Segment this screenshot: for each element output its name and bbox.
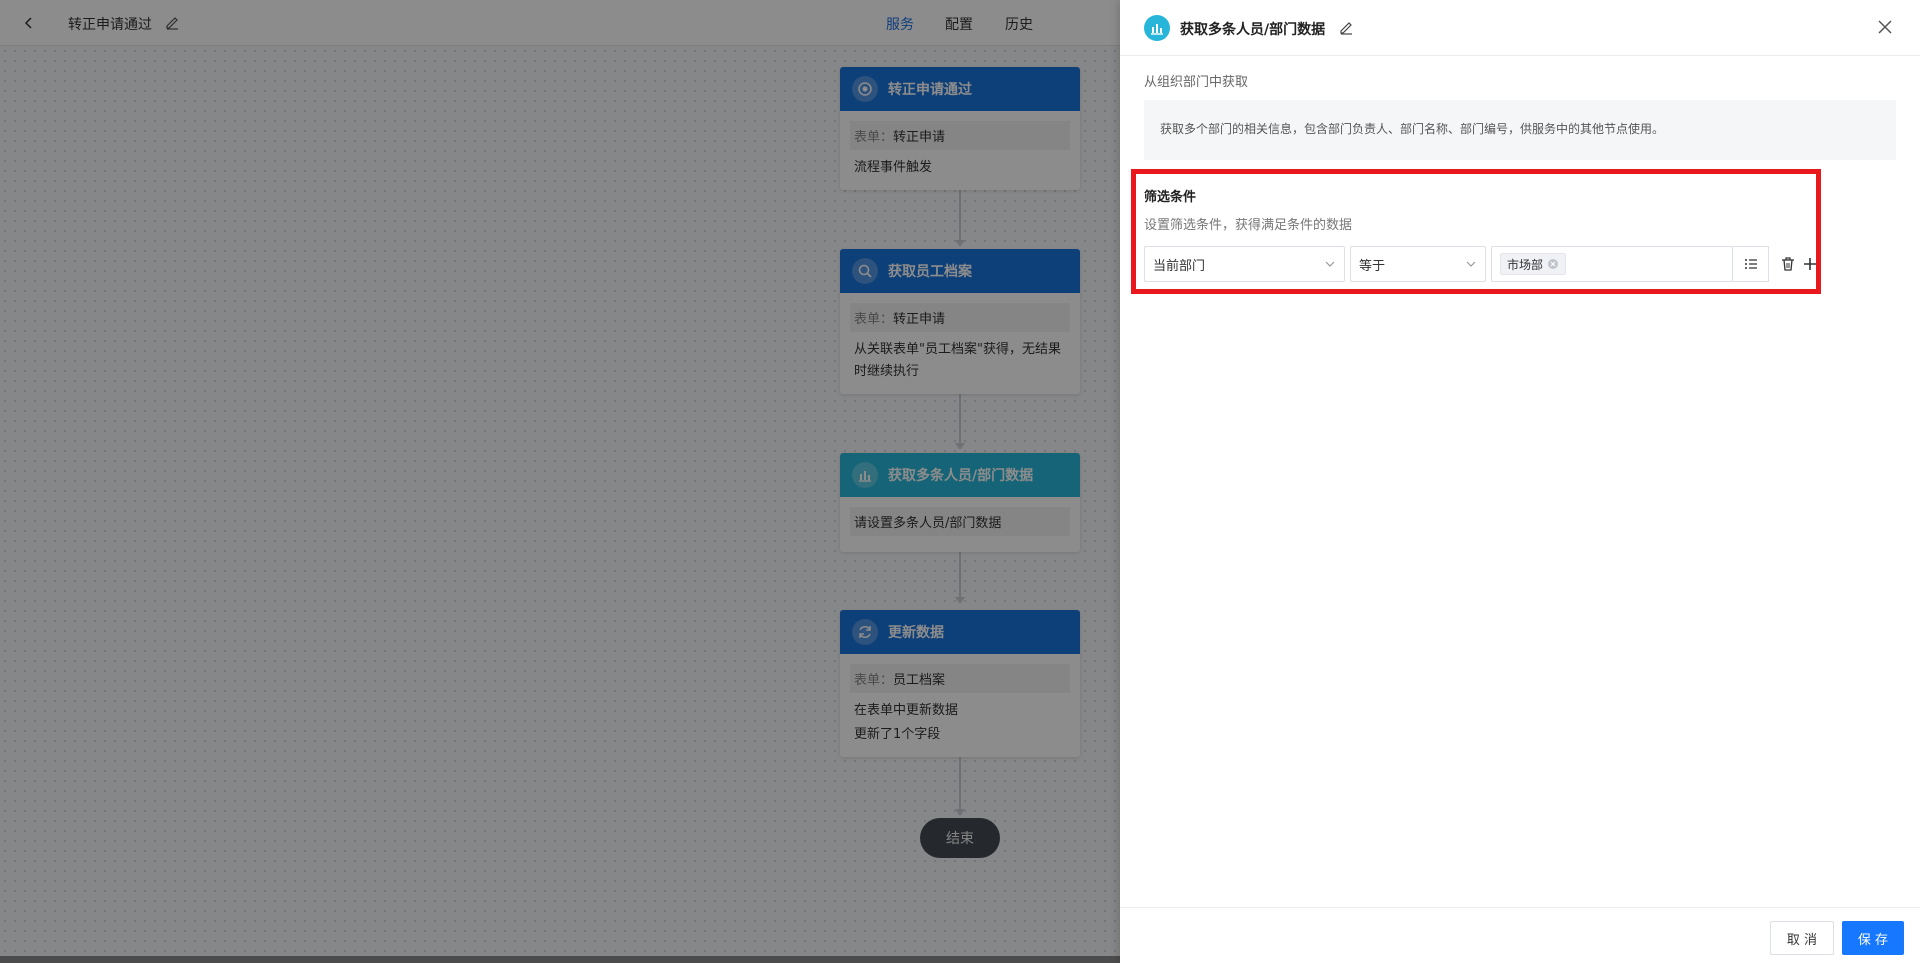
filter-value-input[interactable]: 市场部 xyxy=(1491,246,1733,282)
edit-node-name-icon[interactable] xyxy=(1338,19,1356,37)
filter-description: 设置筛选条件，获得满足条件的数据 xyxy=(1144,218,1353,233)
drawer-header: 获取多条人员/部门数据 xyxy=(1120,0,1920,56)
data-source-label: 从组织部门中获取 xyxy=(1144,75,1249,90)
save-button[interactable]: 保 存 xyxy=(1842,921,1904,955)
filter-conditions-section: 筛选条件 设置筛选条件，获得满足条件的数据 当前部门 等于 市场部 xyxy=(1131,169,1821,294)
chevron-down-icon xyxy=(1465,258,1477,270)
cancel-button[interactable]: 取 消 xyxy=(1770,921,1834,955)
filter-field-select[interactable]: 当前部门 xyxy=(1144,246,1345,282)
modal-mask[interactable] xyxy=(0,0,1120,963)
plus-icon[interactable] xyxy=(1800,254,1820,274)
drawer-footer: 取 消 保 存 xyxy=(1120,907,1920,963)
close-icon[interactable] xyxy=(1876,18,1898,40)
filter-title: 筛选条件 xyxy=(1144,190,1197,205)
filter-operator-select[interactable]: 等于 xyxy=(1350,246,1486,282)
value-tag: 市场部 xyxy=(1500,253,1567,275)
bar-chart-icon xyxy=(1144,15,1170,41)
chevron-down-icon xyxy=(1324,258,1336,270)
node-config-drawer: 获取多条人员/部门数据 从组织部门中获取 获取多个部门的相关信息，包含部门负责人… xyxy=(1120,0,1920,963)
drawer-title: 获取多条人员/部门数据 xyxy=(1180,22,1326,38)
list-icon[interactable] xyxy=(1733,246,1769,282)
trash-icon[interactable] xyxy=(1778,254,1798,274)
tag-close-icon[interactable] xyxy=(1547,258,1559,270)
node-description: 获取多个部门的相关信息，包含部门负责人、部门名称、部门编号，供服务中的其他节点使… xyxy=(1144,100,1896,160)
